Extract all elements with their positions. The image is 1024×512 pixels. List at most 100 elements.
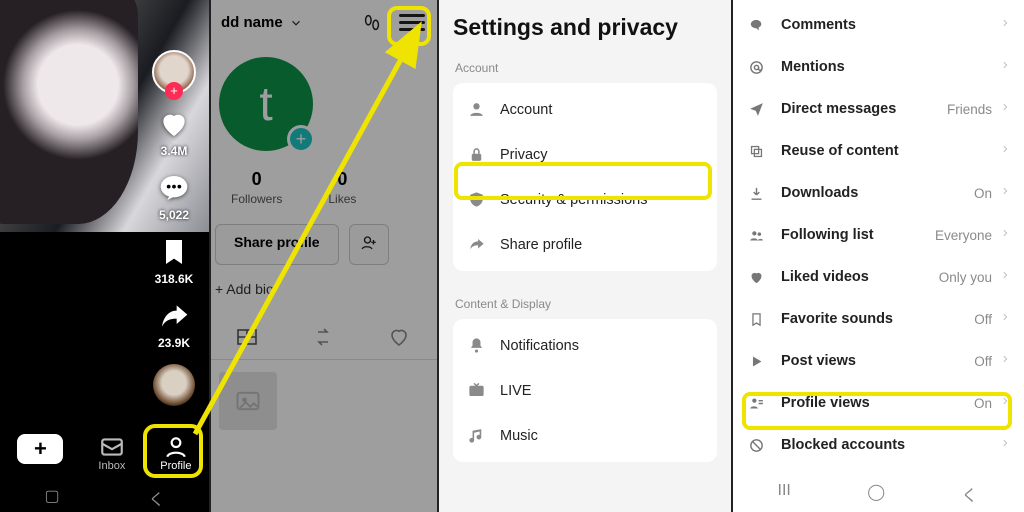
chevron-right-icon [1000,16,1010,34]
privacy-row-liked-videos[interactable]: Liked videos Only you [731,256,1024,298]
privacy-row-post-views[interactable]: Post views Off [731,340,1024,382]
settings-share-profile-label: Share profile [500,237,582,253]
chevron-right-icon [1000,394,1010,412]
heart-icon [158,108,190,140]
chevron-right-icon [1000,352,1010,370]
nav-inbox[interactable]: Inbox [94,430,129,476]
likes-count: 0 [328,169,356,190]
profile-name-dropdown[interactable]: dd name [221,14,303,31]
like-count: 3.4M [161,144,188,158]
bookmark-icon [158,236,190,268]
like-button[interactable]: 3.4M [158,108,190,158]
chevron-right-icon [1000,226,1010,244]
add-photo-icon[interactable]: + [287,125,315,153]
person-icon [467,100,486,119]
settings-security-label: Security & permissions [500,192,647,208]
privacy-row-blocked[interactable]: Blocked accounts [731,424,1024,466]
lock-icon [467,145,486,164]
create-button[interactable]: + [13,430,67,468]
download-icon [748,185,765,202]
privacy-row-profile-views[interactable]: Profile views On [731,382,1024,424]
settings-row-music[interactable]: Music [453,413,717,458]
add-bio-link[interactable]: + Add bio [215,281,437,297]
chevron-down-icon [289,16,303,30]
chevron-right-icon [1000,58,1010,76]
content-card: Notifications LIVE Music [453,319,717,462]
android-nav-bar: III ◯ く [778,482,978,506]
home-nav-icon[interactable]: ◯ [867,482,885,506]
live-icon [467,381,486,400]
reuse-icon [748,143,765,160]
privacy-row-favorite-sounds[interactable]: Favorite sounds Off [731,298,1024,340]
privacy-row-downloads[interactable]: Downloads On [731,172,1024,214]
avatar-letter: t [259,77,272,132]
feed-author-avatar[interactable]: + [152,50,196,94]
privacy-row-mentions[interactable]: Mentions [731,46,1024,88]
inbox-icon [99,434,125,460]
feed-action-rail: + 3.4M 5,022 318.6K 23.9K [147,50,201,410]
follow-plus-icon[interactable]: + [165,82,183,100]
play-icon [748,353,765,370]
recents-icon[interactable]: ▢ [44,486,59,510]
people-icon [748,227,765,244]
followers-label: Followers [231,192,282,206]
reposts-tab-icon[interactable] [311,325,335,349]
chevron-right-icon [1000,142,1010,160]
comments-button[interactable]: 5,022 [158,172,190,222]
privacy-row-comments[interactable]: Comments [731,4,1024,46]
section-label-content: Content & Display [455,297,717,311]
avatar-circle-icon: + [152,50,196,94]
chevron-right-icon [1000,436,1010,454]
followers-count: 0 [231,169,282,190]
save-count: 318.6K [155,272,194,286]
hamburger-menu-button[interactable] [399,10,425,35]
chevron-right-icon [1000,100,1010,118]
privacy-settings-screen: Comments Mentions Direct messages Friend… [731,0,1024,512]
settings-row-share-profile[interactable]: Share profile [453,222,717,267]
privacy-row-direct-messages[interactable]: Direct messages Friends [731,88,1024,130]
likes-stat[interactable]: 0 Likes [328,169,356,208]
settings-title: Settings and privacy [453,14,717,41]
share-count: 23.9K [158,336,190,350]
share-button[interactable]: 23.9K [158,300,190,350]
settings-row-account[interactable]: Account [453,87,717,132]
music-icon [467,426,486,445]
footsteps-icon[interactable] [361,12,383,34]
account-card: Account Privacy Security & permissions S… [453,83,717,271]
recents-nav-icon[interactable]: III [778,482,791,506]
privacy-row-following-list[interactable]: Following list Everyone [731,214,1024,256]
bell-icon [467,336,486,355]
comment-bubble-icon [748,17,765,34]
nav-profile-label: Profile [160,460,191,472]
settings-account-label: Account [500,102,552,118]
blocked-icon [748,437,765,454]
likes-label: Likes [328,192,356,206]
settings-row-privacy[interactable]: Privacy [453,132,717,177]
profile-stats: 0 Followers 0 Likes [231,169,437,208]
followers-stat[interactable]: 0 Followers [231,169,282,208]
share-profile-button[interactable]: Share profile [215,224,339,265]
back-icon[interactable]: く [149,486,165,510]
profile-avatar[interactable]: t + [219,57,313,151]
bookmark-outline-icon [748,311,765,328]
profile-tabs [209,325,437,360]
chevron-right-icon [1000,310,1010,328]
person-plus-icon [360,234,378,252]
sound-disc-icon[interactable] [153,364,195,406]
posts-tab-icon[interactable] [235,325,259,349]
comment-icon [158,172,190,204]
liked-tab-icon[interactable] [387,325,411,349]
save-button[interactable]: 318.6K [155,236,194,286]
settings-screen: Settings and privacy Account Account Pri… [437,0,731,512]
settings-row-live[interactable]: LIVE [453,368,717,413]
back-nav-icon[interactable]: く [961,482,977,506]
nav-profile[interactable]: Profile [156,430,195,476]
nav-inbox-label: Inbox [98,460,125,472]
add-friends-button[interactable] [349,224,389,265]
settings-row-security[interactable]: Security & permissions [453,177,717,222]
privacy-row-reuse[interactable]: Reuse of content [731,130,1024,172]
share-arrow-icon [467,235,486,254]
settings-row-notifications[interactable]: Notifications [453,323,717,368]
comment-count: 5,022 [159,208,189,222]
profile-screen: dd name t + 0 Followers 0 Likes [209,0,437,512]
